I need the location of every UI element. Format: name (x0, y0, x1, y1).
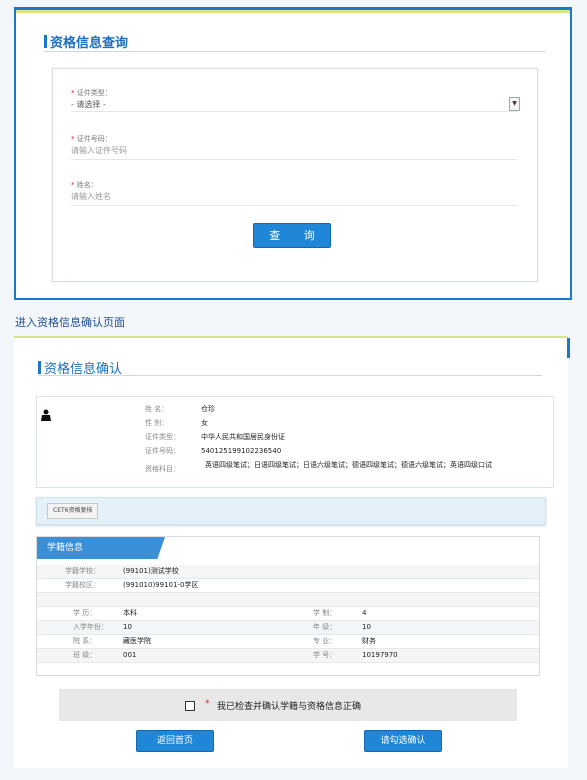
required-marker: * (205, 699, 210, 709)
info-row-gender: 性 别：女 (145, 419, 208, 427)
table-row: 院 系： 藏医学院 专 业： 财务 (37, 635, 539, 649)
id-type-label: * 证件类型： (71, 89, 112, 97)
id-type-value: - 请选择 - (71, 100, 106, 109)
title-marker (38, 361, 41, 374)
info-row-name: 姓 名： 仓珍 (145, 405, 215, 413)
info-row-idtype: 证件类型： 中华人民共和国居民身份证 (145, 433, 285, 441)
person-icon (41, 409, 51, 421)
query-title: 资格信息查询 (44, 32, 128, 51)
cet-review-bar: CET6资格复核 (36, 497, 546, 525)
table-row: 学籍学校： (99101)测试学校 (37, 565, 539, 579)
page-caption: 进入资格信息确认页面 (15, 316, 125, 329)
table-row: 入学年份： 10 年 级： 10 (37, 621, 539, 635)
name-input[interactable]: 请输入姓名 (71, 191, 517, 203)
id-type-select[interactable]: * 证件类型： - 请选择 - ▼ (71, 89, 520, 112)
agree-label[interactable]: 我已检查并确认学籍与资格信息正确 (217, 699, 361, 712)
back-home-button[interactable]: 返回首页 (136, 730, 214, 752)
subjects-value: 英语四级笔试；日语四级笔试；日语六级笔试；德语四级笔试；德语六级笔试；英语四级口… (205, 461, 492, 469)
tab-student-status: 学籍信息 (37, 537, 165, 559)
confirm-button[interactable]: 请勾选确认 (364, 730, 442, 752)
confirm-check-bar: * 我已检查并确认学籍与资格信息正确 (59, 689, 517, 721)
confirm-panel: 资格信息确认 姓 名： 仓珍 性 别：女 证件类型： 中华人民共和国居民身份证 证件… (14, 336, 570, 768)
id-number-field[interactable]: * 证件号码： 请输入证件号码 (71, 135, 517, 160)
id-number-input[interactable]: 请输入证件号码 (71, 145, 517, 157)
id-number-label: * 证件号码： (71, 135, 112, 143)
query-button[interactable]: 查 询 (253, 223, 331, 248)
info-row-idnum: 证件号码： 540125199102236540 (145, 447, 282, 455)
query-panel: 资格信息查询 * 证件类型： - 请选择 - ▼ * 证件号码： 请输入证件号码… (14, 7, 572, 300)
student-status-panel: 学籍信息 学籍学校： (99101)测试学校 学籍校区： (991010)991… (36, 536, 540, 676)
divider (38, 375, 542, 376)
query-title-text: 资格信息查询 (50, 36, 129, 51)
info-row-subjects: 资格科目： (145, 465, 180, 473)
person-info: 姓 名： 仓珍 性 别：女 证件类型： 中华人民共和国居民身份证 证件号码： 5401… (36, 396, 554, 488)
table-row: 班 级： 001 学 号： 10197970 (37, 649, 539, 663)
title-marker (44, 35, 47, 48)
table-row: 学 历： 本科 学 制： 4 (37, 607, 539, 621)
table-row: 学籍校区： (991010)99101-0学区 (37, 579, 539, 593)
name-field[interactable]: * 姓名： 请输入姓名 (71, 181, 517, 206)
dropdown-arrow-icon[interactable]: ▼ (509, 97, 520, 111)
agree-checkbox[interactable] (185, 701, 195, 711)
accent-bar (16, 10, 570, 13)
divider (44, 51, 546, 52)
accent-edge (567, 338, 570, 358)
cet6-review-button[interactable]: CET6资格复核 (47, 503, 99, 519)
query-form: * 证件类型： - 请选择 - ▼ * 证件号码： 请输入证件号码 * 姓名： … (52, 68, 538, 282)
table-row-spacer (37, 593, 539, 607)
name-label: * 姓名： (71, 181, 98, 189)
